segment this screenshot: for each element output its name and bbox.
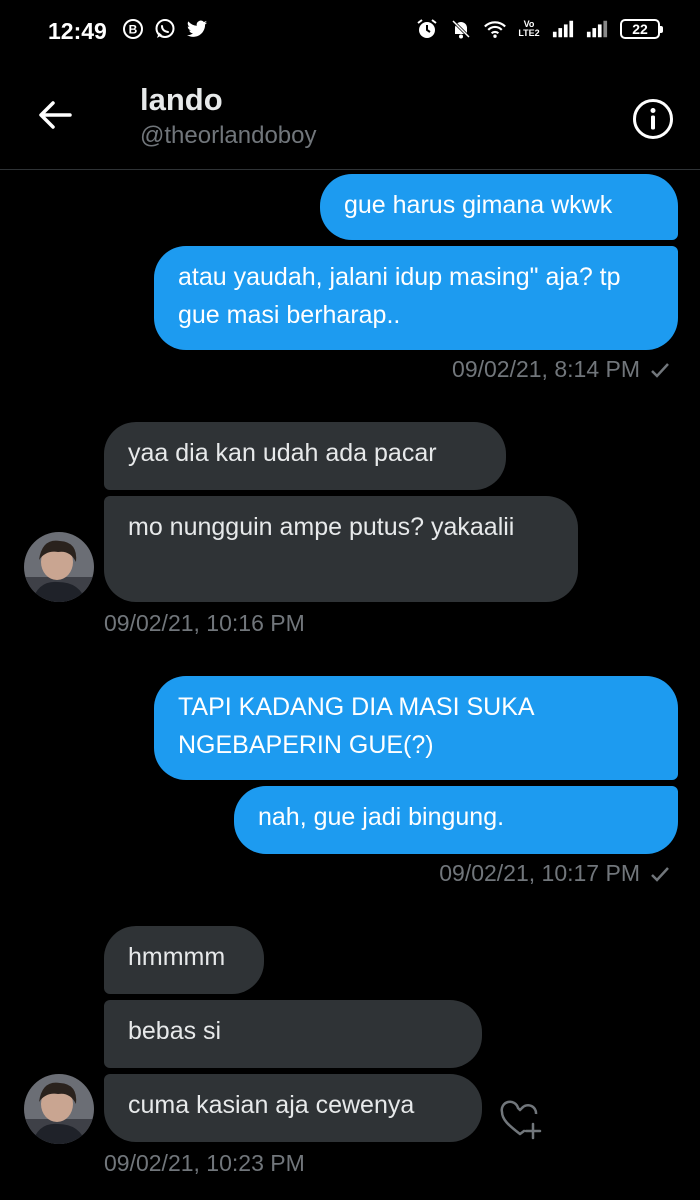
arrow-left-icon[interactable]: [36, 96, 74, 134]
conversation-handle[interactable]: @theorlandoboy: [140, 122, 316, 150]
wifi-icon: [484, 18, 506, 40]
timestamp-text: 09/02/21, 10:16 PM: [104, 610, 305, 636]
timestamp-text: 09/02/21, 10:17 PM: [439, 860, 640, 886]
message-sent[interactable]: gue harus gimana wkwk: [320, 174, 678, 240]
message-received[interactable]: hmmmm: [104, 926, 264, 994]
status-bar: 12:49 B Vo LTE2 22: [0, 0, 700, 64]
signal-icon: [552, 18, 574, 40]
b-app-icon: B: [122, 18, 144, 40]
conversation-header: lando @theorlandoboy: [0, 64, 700, 170]
message-received[interactable]: yaa dia kan udah ada pacar: [104, 422, 506, 490]
message-received[interactable]: bebas si: [104, 1000, 482, 1068]
message-sent[interactable]: atau yaudah, jalani idup masing" aja? tp…: [154, 246, 678, 350]
timestamp-text: 09/02/21, 10:23 PM: [104, 1150, 305, 1176]
message-timestamp: 09/02/21, 10:23 PM: [104, 1150, 305, 1177]
message-sent[interactable]: TAPI KADANG DIA MASI SUKA NGEBAPERIN GUE…: [154, 676, 678, 780]
avatar[interactable]: [24, 532, 94, 602]
notification-icons: B: [122, 18, 208, 40]
alarm-icon: [416, 18, 438, 40]
checkmark-icon: [651, 362, 669, 378]
message-sent[interactable]: nah, gue jadi bingung.: [234, 786, 678, 854]
mute-bell-icon: [450, 18, 472, 40]
volte-icon: Vo LTE2: [518, 19, 540, 38]
signal-2-icon: [586, 18, 608, 40]
battery-indicator: 22: [620, 19, 663, 39]
timestamp-text: 09/02/21, 8:14 PM: [452, 356, 640, 382]
svg-text:B: B: [129, 23, 138, 37]
avatar[interactable]: [24, 1074, 94, 1144]
whatsapp-icon: [154, 18, 176, 40]
message-received[interactable]: mo nungguin ampe putus? yakaalii: [104, 496, 578, 602]
message-timestamp: 09/02/21, 8:14 PM: [452, 356, 670, 383]
status-time: 12:49: [48, 18, 107, 44]
info-icon[interactable]: [632, 98, 674, 140]
system-icons: Vo LTE2 22: [416, 18, 663, 40]
heart-plus-icon[interactable]: [498, 1098, 542, 1142]
conversation-name[interactable]: lando: [140, 82, 223, 118]
message-timestamp: 09/02/21, 10:16 PM: [104, 610, 305, 637]
message-timestamp: 09/02/21, 10:17 PM: [439, 860, 670, 887]
message-received[interactable]: cuma kasian aja cewenya: [104, 1074, 482, 1142]
checkmark-icon: [651, 866, 669, 882]
twitter-bird-icon: [186, 18, 208, 40]
